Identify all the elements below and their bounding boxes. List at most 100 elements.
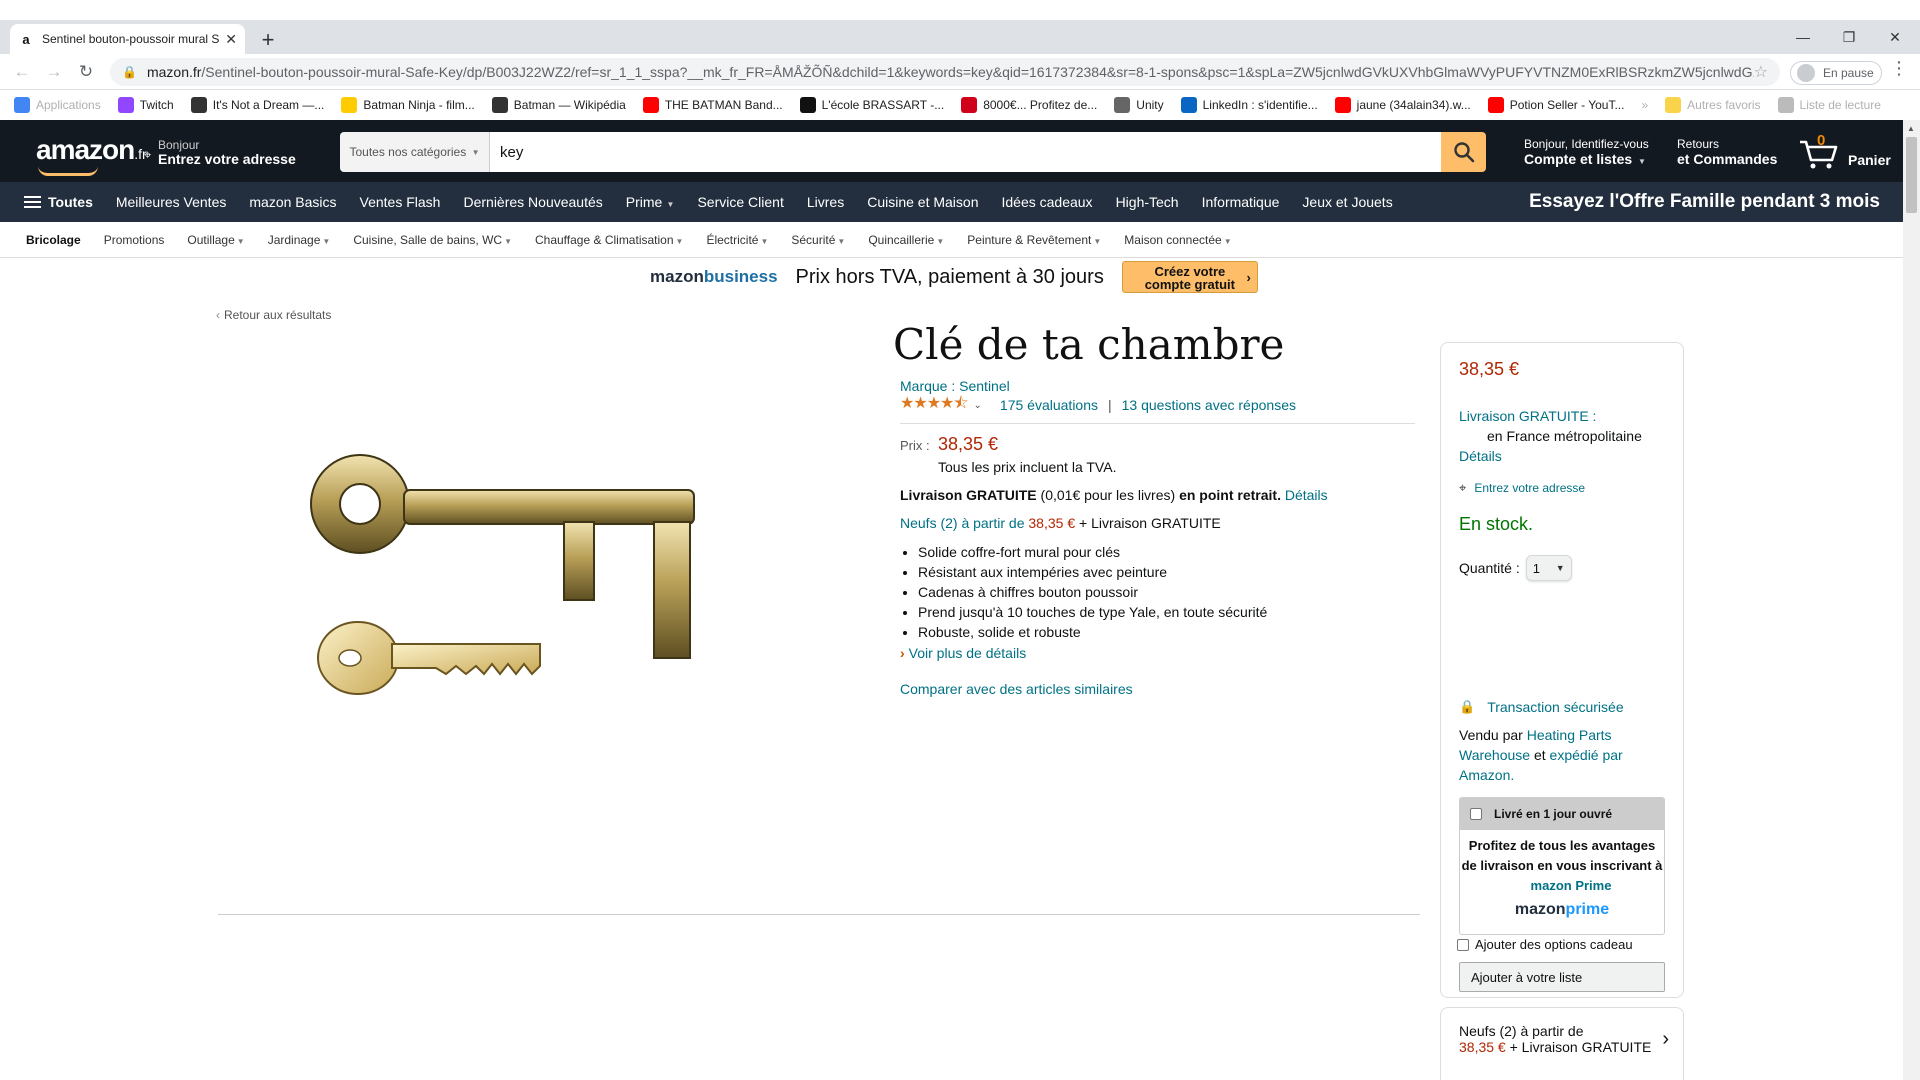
deliver-to[interactable]: ⌖ Bonjour Entrez votre adresse <box>144 138 296 166</box>
restore-button[interactable]: ❐ <box>1826 20 1872 54</box>
category-item[interactable]: Maison connectée ▼ <box>1124 233 1231 247</box>
add-to-list-button[interactable]: Ajouter à votre liste <box>1459 962 1665 992</box>
product-title: Clé de ta chambre <box>893 320 1285 369</box>
nav-item[interactable]: mazon Basics <box>249 194 336 210</box>
free-delivery-link[interactable]: Livraison GRATUITE : <box>1459 408 1665 424</box>
browser-menu-icon[interactable]: ⋮ <box>1890 58 1908 79</box>
other-offers[interactable]: Neufs (2) à partir de 38,35 € + Livraiso… <box>1440 1007 1684 1080</box>
bookmark-item[interactable]: Liste de lecture <box>1777 97 1881 113</box>
page-scrollbar[interactable]: ▲ <box>1903 120 1920 1080</box>
bookmark-item[interactable]: 8000€... Profitez de... <box>961 97 1097 113</box>
bookmark-item[interactable]: Potion Seller - YouT... <box>1487 97 1624 113</box>
nav-item[interactable]: Informatique <box>1202 194 1280 210</box>
one-day-delivery-checkbox[interactable]: Livré en 1 jour ouvré <box>1460 798 1664 830</box>
category-item[interactable]: Électricité ▼ <box>706 233 768 247</box>
nav-item[interactable]: High-Tech <box>1116 194 1179 210</box>
product-image[interactable] <box>300 440 730 710</box>
enter-address-link[interactable]: ⌖ Entrez votre adresse <box>1459 480 1665 496</box>
minimize-button[interactable]: — <box>1780 20 1826 54</box>
nav-item[interactable]: Prime ▼ <box>626 194 675 210</box>
nav-item[interactable]: Ventes Flash <box>360 194 441 210</box>
star-rating-icon[interactable]: ★★★★⯪ <box>900 392 969 419</box>
nav-item[interactable]: Meilleures Ventes <box>116 194 227 210</box>
bookmark-star-icon[interactable]: ☆ <box>1754 62 1768 82</box>
nav-item[interactable]: Idées cadeaux <box>1001 194 1092 210</box>
cart-button[interactable]: 0 Panier <box>1798 132 1891 170</box>
close-window-button[interactable]: ✕ <box>1872 20 1918 54</box>
chevron-right-icon: › <box>1662 1028 1669 1050</box>
ratings-count-link[interactable]: 175 évaluations <box>1000 397 1098 413</box>
amazon-logo[interactable]: amazon.fr <box>36 134 147 176</box>
bookmark-item[interactable]: jaune (34alain34).w... <box>1334 97 1471 113</box>
buy-box: 38,35 € Livraison GRATUITE : en France m… <box>1440 342 1684 998</box>
category-item[interactable]: Sécurité ▼ <box>791 233 845 247</box>
category-item[interactable]: Bricolage <box>26 233 81 247</box>
address-bar[interactable]: 🔒 mazon.fr/Sentinel-bouton-poussoir-mura… <box>110 58 1780 86</box>
questions-link[interactable]: 13 questions avec réponses <box>1122 397 1296 413</box>
category-item[interactable]: Cuisine, Salle de bains, WC ▼ <box>353 233 512 247</box>
nav-item[interactable]: Jeux et Jouets <box>1302 194 1392 210</box>
brand-link[interactable]: Marque : Sentinel <box>900 378 1420 394</box>
bookmark-item[interactable]: THE BATMAN Band... <box>642 97 783 113</box>
checkbox[interactable] <box>1470 808 1482 820</box>
back-arrow-icon[interactable]: ← <box>8 60 36 84</box>
bookmark-item[interactable]: » <box>1641 98 1648 112</box>
bookmark-item[interactable]: Batman — Wikipédia <box>491 97 626 113</box>
family-offer-promo[interactable]: Essayez l'Offre Famille pendant 3 mois <box>1529 191 1880 213</box>
prime-link[interactable]: mazon Prime <box>1531 878 1612 893</box>
scrollbar-thumb[interactable] <box>1906 137 1917 213</box>
nav-item[interactable]: Livres <box>807 194 844 210</box>
nav-item[interactable]: Cuisine et Maison <box>867 194 978 210</box>
new-tab-button[interactable]: + <box>255 28 281 54</box>
search-button[interactable] <box>1441 132 1486 172</box>
feature-bullet: Prend jusqu'à 10 touches de type Yale, e… <box>918 602 1420 622</box>
product-details: Clé de ta chambre Marque : Sentinel ★★★★… <box>893 318 1420 697</box>
search-input[interactable] <box>490 132 1441 172</box>
account-lists[interactable]: Bonjour, Identifiez-vous Compte et liste… <box>1524 137 1649 169</box>
bookmark-item[interactable]: Twitch <box>117 97 174 113</box>
back-to-results-link[interactable]: ‹ Retour aux résultats <box>216 308 331 322</box>
chevron-down-icon[interactable]: ⌄ <box>974 400 982 411</box>
bookmark-item[interactable]: Batman Ninja - film... <box>341 97 475 113</box>
profile-button[interactable]: En pause <box>1790 61 1882 85</box>
category-nav: Bricolage Promotions Outillage ▼ Jardinage ▼ C… <box>0 222 1920 258</box>
bookmark-item[interactable]: Unity <box>1114 97 1164 113</box>
search-category-select[interactable]: Toutes nos catégories ▼ <box>340 132 490 172</box>
compare-link[interactable]: Comparer avec des articles similaires <box>900 681 1420 697</box>
bookmark-item[interactable]: L'école BRASSART -... <box>799 97 944 113</box>
returns-orders[interactable]: Retours et Commandes <box>1677 137 1777 167</box>
create-business-account-button[interactable]: Créez votre compte gratuit › <box>1121 261 1258 293</box>
all-menu-button[interactable]: Toutes <box>24 193 93 211</box>
close-tab-icon[interactable]: ✕ <box>225 31 237 48</box>
browser-tab[interactable]: a Sentinel bouton-poussoir mural S ✕ <box>10 24 245 54</box>
secure-transaction[interactable]: 🔒 Transaction sécurisée <box>1459 699 1665 715</box>
category-item[interactable]: Quincaillerie ▼ <box>868 233 944 247</box>
checkbox[interactable] <box>1457 938 1469 951</box>
nav-item[interactable]: Dernières Nouveautés <box>463 194 602 210</box>
bookmark-item[interactable]: It's Not a Dream —... <box>190 97 324 113</box>
gift-options-checkbox[interactable]: Ajouter des options cadeau <box>1457 937 1665 952</box>
caret-down-icon: ▼ <box>504 236 512 246</box>
bookmark-item[interactable]: Applications <box>14 97 101 113</box>
delivery-details-link[interactable]: Détails <box>1285 487 1328 503</box>
forward-arrow-icon[interactable]: → <box>40 60 68 84</box>
search-bar: Toutes nos catégories ▼ <box>340 132 1486 172</box>
price-label: Prix : <box>900 438 930 453</box>
nav-item[interactable]: Service Client <box>697 194 783 210</box>
new-offers-link[interactable]: Neufs (2) à partir de <box>900 515 1025 531</box>
category-item[interactable]: Peinture & Revêtement ▼ <box>967 233 1101 247</box>
details-link[interactable]: Détails <box>1459 448 1665 464</box>
caret-down-icon: ▼ <box>760 236 769 246</box>
category-item[interactable]: Promotions <box>104 233 165 247</box>
quantity-row: Quantité : 1 ▼ <box>1459 555 1665 581</box>
quantity-select[interactable]: 1 ▼ <box>1525 555 1572 581</box>
category-item[interactable]: Chauffage & Climatisation ▼ <box>535 233 683 247</box>
scroll-up-icon[interactable]: ▲ <box>1907 124 1915 133</box>
category-item[interactable]: Jardinage ▼ <box>268 233 331 247</box>
bookmark-item[interactable]: Autres favoris <box>1665 97 1761 113</box>
bookmark-item[interactable]: LinkedIn : s'identifie... <box>1180 97 1318 113</box>
price-row: Prix : 38,35 € <box>900 434 1420 455</box>
see-more-link[interactable]: › Voir plus de détails <box>900 645 1420 661</box>
category-item[interactable]: Outillage ▼ <box>187 233 244 247</box>
reload-icon[interactable]: ↻ <box>72 60 100 84</box>
